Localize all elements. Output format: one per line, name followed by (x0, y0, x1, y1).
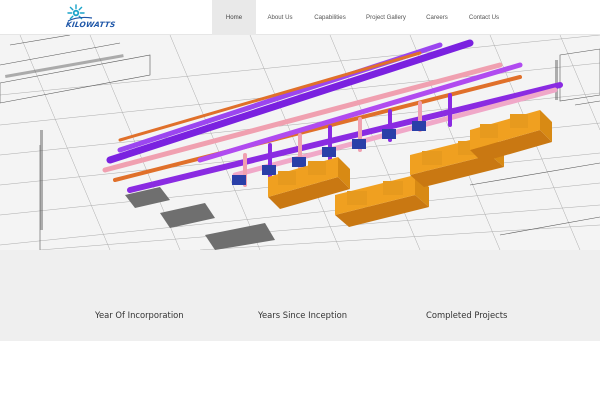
stat-year-of-incorporation: Year Of Incorporation (95, 310, 184, 320)
hvac-piping-illustration (0, 35, 600, 250)
hero-image (0, 35, 600, 250)
nav-project-gallery[interactable]: Project Gallery (356, 0, 416, 35)
nav-capabilities[interactable]: Capabilities (304, 0, 356, 35)
logo[interactable]: KILOWATTS (65, 4, 122, 32)
stats-band: Year Of Incorporation Years Since Incept… (0, 250, 600, 341)
logo-text: KILOWATTS (65, 20, 117, 29)
nav-home[interactable]: Home (212, 0, 256, 35)
stat-completed-projects: Completed Projects (426, 310, 508, 320)
nav-contact-us[interactable]: Contact Us (458, 0, 510, 35)
nav-about-us[interactable]: About Us (256, 0, 304, 35)
site-header: KILOWATTS Home About Us Capabilities Pro… (0, 0, 600, 35)
stat-years-since-inception: Years Since Inception (258, 310, 348, 320)
nav-careers[interactable]: Careers (416, 0, 458, 35)
main-nav: Home About Us Capabilities Project Galle… (212, 0, 510, 35)
